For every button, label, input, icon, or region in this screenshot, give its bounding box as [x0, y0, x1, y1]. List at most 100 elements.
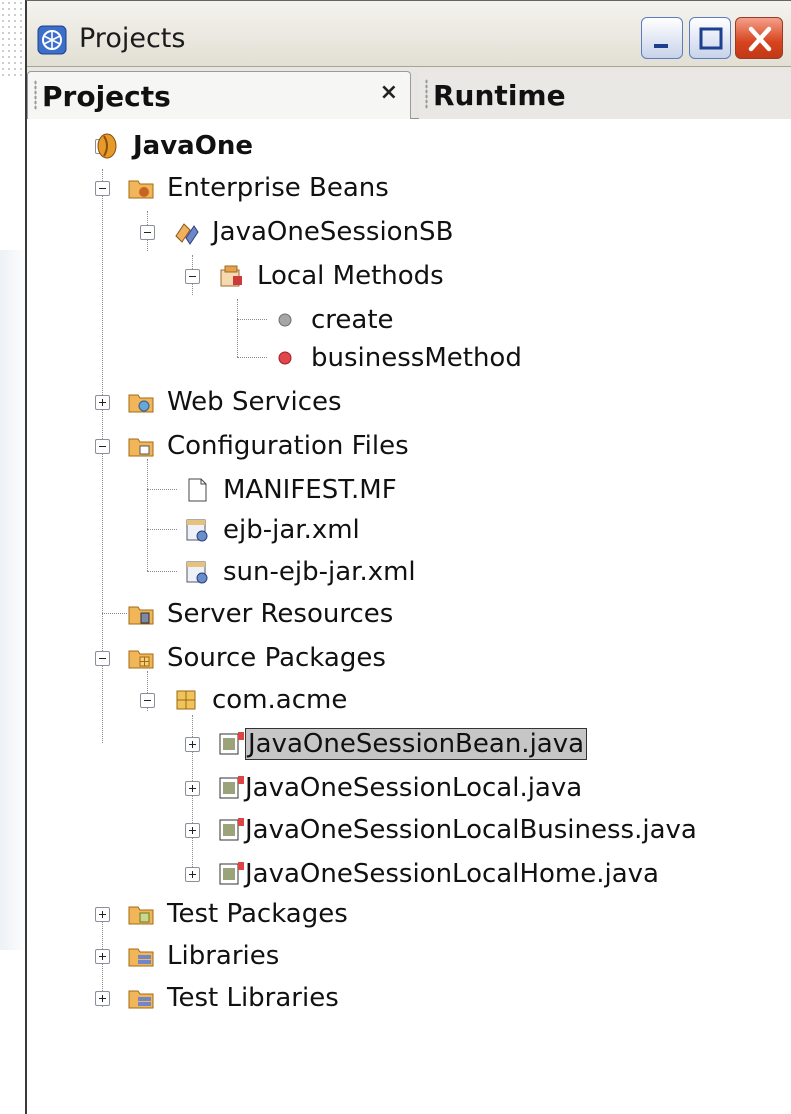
- tree-node-test-packages[interactable]: Test Packages: [127, 893, 348, 935]
- tree-label: businessMethod: [311, 343, 522, 373]
- folder-config-icon: [127, 432, 155, 460]
- folder-test-libraries-icon: [127, 984, 155, 1012]
- tree-label: Source Packages: [167, 643, 386, 673]
- collapse-toggle[interactable]: [95, 439, 110, 454]
- tab-projects-label: Projects: [42, 80, 171, 113]
- collapse-toggle[interactable]: [140, 693, 155, 708]
- tree-guide-line: [237, 319, 267, 320]
- tree-label: Libraries: [167, 941, 280, 971]
- tree-label: JavaOne: [133, 131, 253, 161]
- tree-label: sun-ejb-jar.xml: [223, 557, 416, 587]
- expand-toggle[interactable]: [185, 737, 200, 752]
- close-button[interactable]: [735, 17, 783, 59]
- java-interface-icon: [217, 774, 245, 802]
- tree-node-file-local[interactable]: JavaOneSessionLocal.java: [217, 767, 582, 809]
- tree-guide-line: [237, 357, 267, 358]
- folder-packages-icon: [127, 644, 155, 672]
- title-bar[interactable]: Projects: [27, 1, 791, 67]
- collapse-toggle[interactable]: [140, 225, 155, 240]
- tree-guide-line: [237, 299, 238, 357]
- expand-toggle[interactable]: [95, 949, 110, 964]
- tree-node-sun-ejb-jar[interactable]: sun-ejb-jar.xml: [183, 551, 416, 593]
- tree-label: Local Methods: [257, 261, 444, 291]
- tab-grip[interactable]: [425, 79, 428, 109]
- file-icon: [183, 476, 211, 504]
- java-class-icon: [217, 730, 245, 758]
- tree-node-config-files[interactable]: Configuration Files: [127, 425, 409, 467]
- tab-runtime[interactable]: Runtime: [419, 71, 791, 119]
- tree-label: JavaOneSessionSB: [212, 217, 454, 247]
- tree-node-method-business[interactable]: businessMethod: [271, 337, 522, 379]
- expand-toggle[interactable]: [95, 991, 110, 1006]
- tree-label: MANIFEST.MF: [223, 475, 397, 505]
- tree-label: Configuration Files: [167, 431, 409, 461]
- tree-label: com.acme: [212, 685, 348, 715]
- tab-projects[interactable]: Projects ×: [27, 71, 411, 119]
- folder-web-services-icon: [127, 388, 155, 416]
- session-bean-icon: [172, 218, 200, 246]
- expand-toggle[interactable]: [185, 823, 200, 838]
- tree-label: JavaOneSessionLocal.java: [245, 773, 583, 803]
- folder-libraries-icon: [127, 942, 155, 970]
- java-interface-icon: [217, 816, 245, 844]
- tree-label: Test Libraries: [167, 983, 339, 1013]
- window-title: Projects: [79, 23, 186, 54]
- tree-node-file-local-business[interactable]: JavaOneSessionLocalBusiness.java: [217, 809, 697, 851]
- tree-node-server-resources[interactable]: Server Resources: [127, 593, 393, 635]
- tree-node-enterprise-beans[interactable]: Enterprise Beans: [127, 167, 389, 209]
- tree-node-manifest[interactable]: MANIFEST.MF: [183, 469, 397, 511]
- coffee-bean-icon: [93, 132, 121, 160]
- collapse-toggle[interactable]: [95, 181, 110, 196]
- tree-node-web-services[interactable]: Web Services: [127, 381, 342, 423]
- folder-test-packages-icon: [127, 900, 155, 928]
- tree-label: JavaOneSessionLocalBusiness.java: [245, 815, 697, 845]
- tree-node-method-create[interactable]: create: [271, 299, 394, 341]
- tree-label: create: [311, 305, 394, 335]
- xml-descriptor-icon: [183, 516, 211, 544]
- folder-beans-icon: [127, 174, 155, 202]
- expand-toggle[interactable]: [185, 867, 200, 882]
- tree-guide-line: [147, 489, 177, 490]
- collapse-toggle[interactable]: [185, 269, 200, 284]
- method-dot-gray-icon: [271, 306, 299, 334]
- tree-label-selected: JavaOneSessionBean.java: [245, 728, 588, 760]
- java-interface-icon: [217, 860, 245, 888]
- tab-runtime-label: Runtime: [433, 79, 566, 112]
- tree-label: Web Services: [167, 387, 342, 417]
- local-methods-icon: [217, 262, 245, 290]
- tree-node-test-libraries[interactable]: Test Libraries: [127, 977, 339, 1019]
- tree-label: JavaOneSessionLocalHome.java: [245, 859, 659, 889]
- tree-label: Server Resources: [167, 599, 394, 629]
- tree-node-local-methods[interactable]: Local Methods: [217, 255, 444, 297]
- method-dot-red-icon: [271, 344, 299, 372]
- tree-node-session-bean[interactable]: JavaOneSessionSB: [172, 211, 453, 253]
- tree-node-project[interactable]: JavaOne: [93, 125, 253, 167]
- projects-window: Projects Projects × Runtime JavaOne Ente…: [25, 0, 791, 1114]
- package-icon: [172, 686, 200, 714]
- xml-descriptor-icon: [183, 558, 211, 586]
- expand-toggle[interactable]: [185, 781, 200, 796]
- tree-label: ejb-jar.xml: [223, 515, 360, 545]
- tree-node-file-bean[interactable]: JavaOneSessionBean.java: [217, 723, 588, 765]
- tree-guide-line: [102, 613, 127, 614]
- tab-bar: Projects × Runtime: [27, 67, 791, 119]
- tree-node-source-packages[interactable]: Source Packages: [127, 637, 386, 679]
- tree-node-libraries[interactable]: Libraries: [127, 935, 279, 977]
- expand-toggle[interactable]: [95, 395, 110, 410]
- collapse-toggle[interactable]: [95, 651, 110, 666]
- folder-server-icon: [127, 600, 155, 628]
- tab-close-icon[interactable]: ×: [380, 80, 398, 105]
- maximize-button[interactable]: [689, 17, 731, 59]
- tree-guide-line: [147, 571, 177, 572]
- tree-node-file-local-home[interactable]: JavaOneSessionLocalHome.java: [217, 853, 659, 895]
- tree-guide-line: [147, 529, 177, 530]
- tree-guide-line: [147, 459, 148, 571]
- project-tree: JavaOne Enterprise Beans JavaOneSessionS…: [27, 119, 791, 1114]
- tree-node-package[interactable]: com.acme: [172, 679, 347, 721]
- expand-toggle[interactable]: [95, 907, 110, 922]
- tree-node-ejb-jar[interactable]: ejb-jar.xml: [183, 509, 360, 551]
- minimize-button[interactable]: [641, 17, 683, 59]
- netbeans-app-icon: [37, 25, 67, 55]
- tree-label: Test Packages: [167, 899, 348, 929]
- tab-grip[interactable]: [34, 80, 37, 110]
